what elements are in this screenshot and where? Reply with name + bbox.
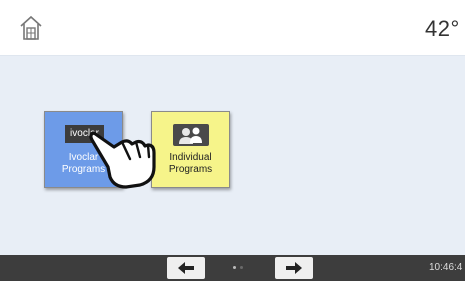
users-icon xyxy=(173,124,209,146)
page-dot xyxy=(233,266,236,269)
forward-button[interactable] xyxy=(275,257,313,279)
temperature-readout: 42° xyxy=(425,16,460,41)
home-icon[interactable] xyxy=(20,15,42,41)
arrow-right-icon xyxy=(275,262,313,281)
tile-label: Individual Programs xyxy=(152,152,229,176)
back-button[interactable] xyxy=(167,257,205,279)
individual-programs-tile[interactable]: Individual Programs xyxy=(151,111,230,188)
pointing-hand-icon xyxy=(88,127,160,191)
bottom-bar: 10:46:4 xyxy=(0,255,465,281)
arrow-left-icon xyxy=(167,262,205,281)
tile-label-line: Programs xyxy=(168,164,213,175)
tile-label-line: Individual xyxy=(169,152,212,163)
top-bar: 42° xyxy=(0,0,465,55)
page-dot xyxy=(240,266,243,269)
page-indicator xyxy=(233,266,249,270)
clock: 10:46:4 xyxy=(429,262,463,273)
program-area: ivoclar Ivoclar Programs Individual Prog… xyxy=(0,55,465,255)
